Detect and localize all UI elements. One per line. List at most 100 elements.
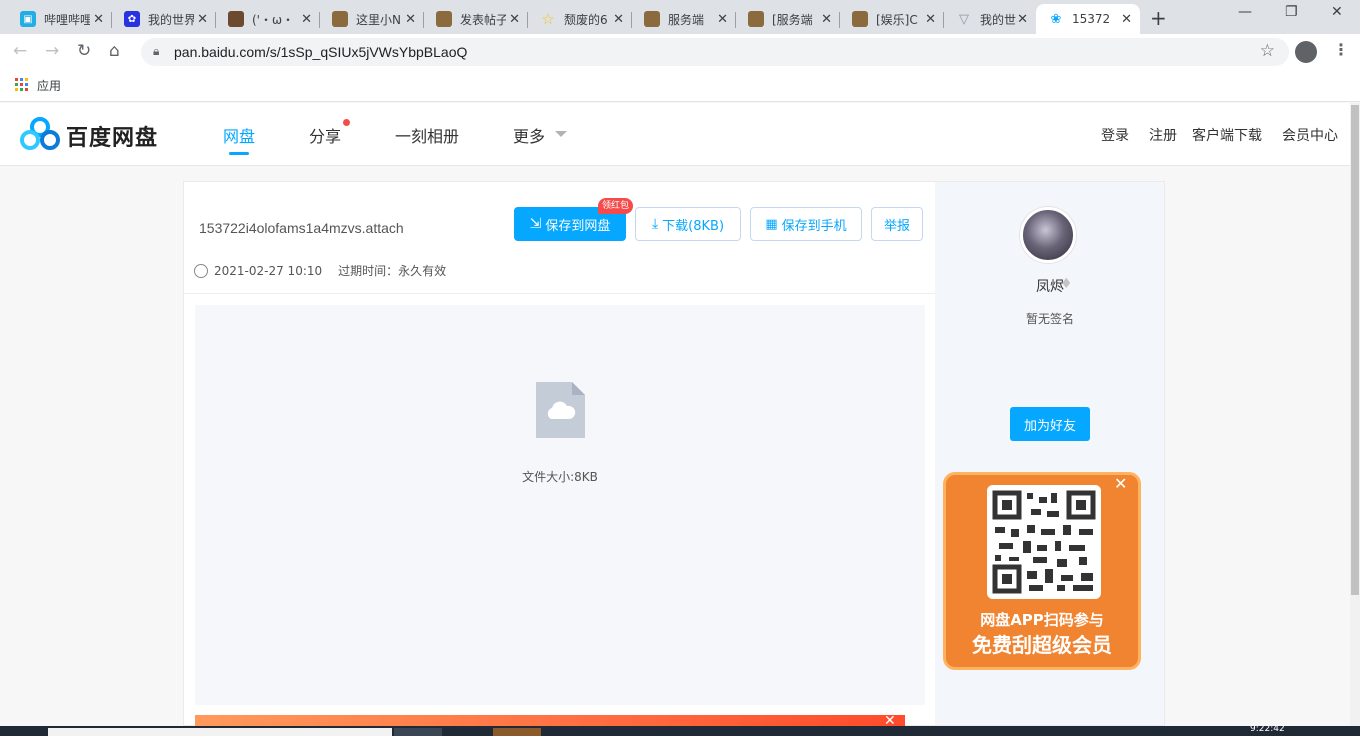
file-size: 文件大小:8KB [522, 470, 598, 484]
save-button-label: 保存到网盘 [545, 218, 611, 234]
tab-title: 服务端 [668, 12, 705, 27]
username: 凤烬 [935, 276, 1165, 296]
address-bar[interactable]: 🔒︎ pan.baidu.com/s/1sSp_qSIUx5jVWsYbpBLa… [141, 38, 1289, 66]
tab-title: [娱乐]C [876, 12, 918, 27]
browser-tab[interactable]: ✿ 我的世界 ✕ [112, 4, 216, 34]
taskbar-app[interactable] [394, 728, 442, 736]
close-icon[interactable]: ✕ [197, 12, 208, 27]
client-download-link[interactable]: 客户端下载 [1192, 125, 1262, 145]
browser-tab[interactable]: 服务端 ✕ [632, 4, 736, 34]
browser-tab[interactable]: 发表帖子 ✕ [424, 4, 528, 34]
minecraft-block-icon [332, 11, 348, 27]
close-icon[interactable]: ✕ [613, 12, 624, 27]
tab-title: 发表帖子 [460, 12, 506, 27]
taskbar-app[interactable] [493, 728, 541, 736]
vue-icon: ▽ [959, 11, 969, 27]
reload-icon[interactable]: ↻ [77, 41, 91, 61]
file-meta: 2021-02-27 10:10 过期时间：永久有效 [194, 262, 446, 279]
close-icon[interactable]: ✕ [717, 12, 728, 27]
nav-share[interactable]: 分享 [309, 123, 341, 147]
share-date: 2021-02-27 10:10 [214, 263, 323, 278]
signature: 暂无签名 [1025, 312, 1074, 326]
taskbar-clock: 9:22:42 [1250, 724, 1285, 734]
page-scrollbar[interactable] [1350, 103, 1360, 726]
browser-tab[interactable]: 这里小N ✕ [320, 4, 424, 34]
clock-icon [194, 263, 208, 278]
close-icon[interactable]: ✕ [1121, 12, 1132, 27]
expire-text: 过期时间：永久有效 [338, 264, 447, 278]
restore-icon[interactable]: ❐ [1285, 4, 1298, 20]
login-link[interactable]: 登录 [1101, 125, 1129, 145]
file-name: 153722i4olofams1a4mzvs.attach [199, 220, 404, 236]
save-phone-button-label: 保存到手机 [781, 218, 847, 234]
browser-tab-active[interactable]: ❀ 15372 ✕ [1036, 4, 1140, 34]
scrollbar-thumb[interactable] [1351, 105, 1359, 595]
window-close-icon[interactable]: ✕ [1331, 4, 1343, 20]
nav-album[interactable]: 一刻相册 [395, 123, 459, 147]
tab-title: ('・ω・ [252, 12, 295, 27]
browser-tab[interactable]: [服务端 ✕ [736, 4, 840, 34]
tab-title: 哔哩哔哩 [44, 12, 90, 27]
cloud-file-icon [536, 382, 585, 438]
bookmarks-bar: 应用 [0, 70, 1360, 102]
apps-grid-icon[interactable] [15, 78, 28, 91]
new-tab-icon[interactable]: + [1150, 6, 1167, 30]
back-icon[interactable]: ← [13, 41, 27, 61]
bookmark-star-icon[interactable]: ☆ [1260, 41, 1275, 61]
browser-tab[interactable]: ▽ 我的世界 ✕ [944, 4, 1036, 34]
qr-code-icon [987, 485, 1101, 599]
register-link[interactable]: 注册 [1149, 125, 1177, 145]
avatar[interactable] [1020, 207, 1076, 263]
url-text[interactable]: pan.baidu.com/s/1sSp_qSIUx5jVWsYbpBLaoQ [174, 44, 467, 60]
report-button[interactable]: 举报 [871, 207, 923, 241]
browser-tab[interactable]: ('・ω・ ✕ [216, 4, 320, 34]
close-icon[interactable]: ✕ [509, 12, 520, 27]
add-friend-button[interactable]: 加为好友 [1010, 407, 1090, 441]
os-taskbar: 9:22:42 [0, 724, 1360, 736]
notification-dot [343, 119, 350, 126]
sharer-panel: 凤烬 ♦ 暂无签名 加为好友 网盘APP扫码参与 免费刮超级会员 ✕ [935, 181, 1165, 726]
baidu-paw-icon: ✿ [124, 11, 140, 27]
brand-name[interactable]: 百度网盘 [66, 120, 158, 152]
browser-tab[interactable]: [娱乐]C ✕ [840, 4, 944, 34]
chevron-down-icon[interactable] [555, 131, 567, 137]
promo-line-1: 网盘APP扫码参与 [980, 611, 1104, 629]
minecraft-block-icon [852, 11, 868, 27]
baidu-netdisk-icon: ❀ [1050, 11, 1062, 27]
report-button-label: 举报 [883, 218, 910, 234]
close-icon[interactable]: ✕ [821, 12, 832, 27]
vip-center-link[interactable]: 会员中心 [1282, 125, 1338, 145]
baidu-netdisk-logo-icon[interactable] [20, 117, 60, 151]
app-promo-card[interactable]: 网盘APP扫码参与 免费刮超级会员 ✕ [943, 472, 1141, 670]
minimize-icon[interactable]: — [1238, 4, 1252, 20]
tab-title: 我的世界 [148, 12, 194, 27]
save-to-phone-button[interactable]: ▦ 保存到手机 [750, 207, 862, 241]
apps-bookmark[interactable]: 应用 [37, 77, 61, 94]
promo-line-2: 免费刮超级会员 [972, 633, 1112, 657]
taskbar-search[interactable] [48, 728, 392, 736]
nav-netdisk[interactable]: 网盘 [223, 123, 255, 147]
menu-kebab-icon[interactable]: ⋮ [1333, 40, 1349, 59]
close-icon[interactable]: ✕ [1114, 474, 1127, 493]
lock-icon: 🔒︎ [153, 44, 160, 58]
browser-tab[interactable]: ☆ 颓废的6 ✕ [528, 4, 632, 34]
close-icon[interactable]: ✕ [1017, 12, 1028, 27]
home-icon[interactable]: ⌂ [109, 41, 120, 61]
close-icon[interactable]: ✕ [93, 12, 104, 27]
tab-title: 我的世界 [980, 12, 1017, 27]
minecraft-head-icon [228, 11, 244, 27]
qr-icon: ▦ [765, 216, 778, 232]
profile-avatar-icon[interactable] [1295, 41, 1317, 63]
save-icon: ⇲ [529, 216, 542, 232]
download-button[interactable]: ⤓ 下载(8KB) [635, 207, 741, 241]
forward-icon[interactable]: → [45, 41, 59, 61]
tab-strip: ▣ 哔哩哔哩 ✕ ✿ 我的世界 ✕ ('・ω・ ✕ 这里小N ✕ 发表帖子 ✕ … [0, 0, 1360, 34]
close-icon[interactable]: ✕ [925, 12, 936, 27]
tab-title: 15372 [1072, 12, 1111, 26]
tab-title: 这里小N [356, 12, 401, 27]
browser-tab[interactable]: ▣ 哔哩哔哩 ✕ [8, 4, 112, 34]
nav-more[interactable]: 更多 [513, 123, 545, 147]
close-icon[interactable]: ✕ [405, 12, 416, 27]
close-icon[interactable]: ✕ [301, 12, 312, 27]
minecraft-block-icon [644, 11, 660, 27]
